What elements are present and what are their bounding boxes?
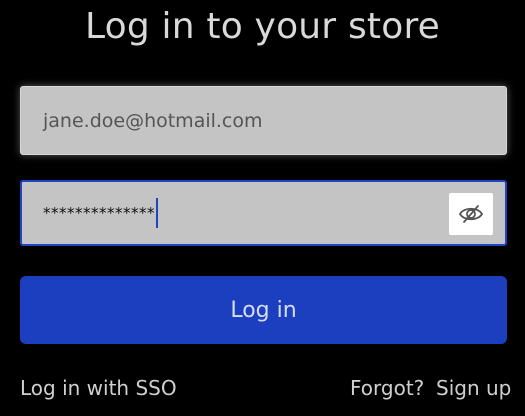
- sign-up-link[interactable]: Sign up: [436, 373, 511, 403]
- sso-login-link[interactable]: Log in with SSO: [20, 373, 177, 403]
- page-title: Log in to your store: [84, 6, 441, 47]
- password-value-wrap: **************: [43, 182, 158, 244]
- email-value: jane.doe@hotmail.com: [43, 109, 263, 132]
- email-field[interactable]: jane.doe@hotmail.com: [20, 86, 507, 155]
- password-value: **************: [43, 204, 155, 222]
- text-caret: [156, 198, 158, 228]
- login-page: Log in to your store jane.doe@hotmail.co…: [0, 0, 525, 416]
- toggle-password-visibility-button[interactable]: [449, 193, 493, 235]
- forgot-password-link[interactable]: Forgot?: [350, 373, 424, 403]
- password-field[interactable]: **************: [20, 180, 507, 246]
- login-button[interactable]: Log in: [20, 276, 507, 344]
- eye-slash-icon: [458, 205, 484, 223]
